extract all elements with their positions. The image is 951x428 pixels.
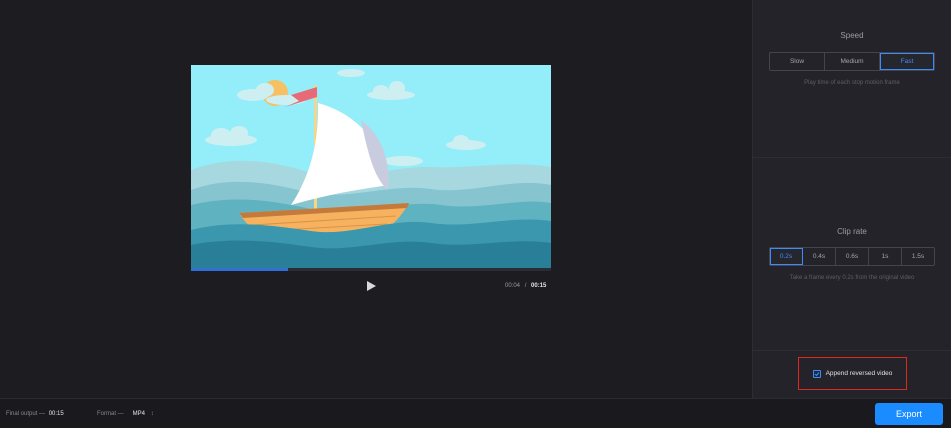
current-time: 00:04 <box>505 283 521 289</box>
total-time: 00:15 <box>531 283 547 289</box>
clip-rate-option-1-5s[interactable]: 1.5s <box>902 248 934 265</box>
speed-selector: Slow Medium Fast <box>769 52 935 71</box>
format-label: Format — <box>97 411 124 417</box>
play-button[interactable] <box>364 279 378 293</box>
speed-option-slow[interactable]: Slow <box>770 53 825 70</box>
time-readout: 00:04 / 00:15 <box>505 283 546 289</box>
video-preview[interactable] <box>191 65 551 268</box>
export-button[interactable]: Export <box>875 403 943 425</box>
speed-option-medium[interactable]: Medium <box>825 53 880 70</box>
append-reversed-checkbox[interactable] <box>812 369 821 378</box>
clip-rate-selector: 0.2s 0.4s 0.6s 1s 1.5s <box>769 247 935 266</box>
sailboat-illustration <box>191 65 551 268</box>
clip-rate-hint: Take a frame every 0.2s from the origina… <box>789 275 915 281</box>
time-separator: / <box>524 283 527 289</box>
preview-stage: 00:04 / 00:15 <box>0 0 752 398</box>
play-icon <box>367 281 376 291</box>
checkmark-icon <box>814 371 819 376</box>
final-output-label: Final output — <box>6 411 46 417</box>
bottom-bar: Final output — 00:15 Format — MP4 ↕ Expo… <box>0 398 951 428</box>
playback-progress-fill <box>191 268 289 271</box>
final-output: Final output — 00:15 <box>6 411 64 417</box>
format-select[interactable]: MP4 ↕ <box>133 411 154 417</box>
clip-rate-option-1s[interactable]: 1s <box>869 248 902 265</box>
playback-progress-bar[interactable] <box>191 268 551 271</box>
section-divider <box>753 350 951 351</box>
speed-hint: Play time of each stop motion frame <box>804 80 900 86</box>
clip-rate-title: Clip rate <box>837 227 867 236</box>
final-output-value: 00:15 <box>48 411 64 417</box>
clip-rate-option-0-4s[interactable]: 0.4s <box>803 248 836 265</box>
clip-rate-option-0-6s[interactable]: 0.6s <box>836 248 869 265</box>
settings-panel: Speed Slow Medium Fast Play time of each… <box>752 0 951 398</box>
clip-rate-option-0-2s[interactable]: 0.2s <box>770 248 803 265</box>
format-value: MP4 <box>132 411 146 417</box>
append-reversed-label: Append reversed video <box>825 370 893 377</box>
section-divider <box>753 157 951 158</box>
speed-title: Speed <box>840 31 864 40</box>
format-arrow-icon: ↕ <box>150 411 154 417</box>
speed-option-fast[interactable]: Fast <box>880 53 934 70</box>
format-control: Format — MP4 ↕ <box>97 411 154 417</box>
append-reversed-video-option[interactable]: Append reversed video <box>798 357 907 390</box>
